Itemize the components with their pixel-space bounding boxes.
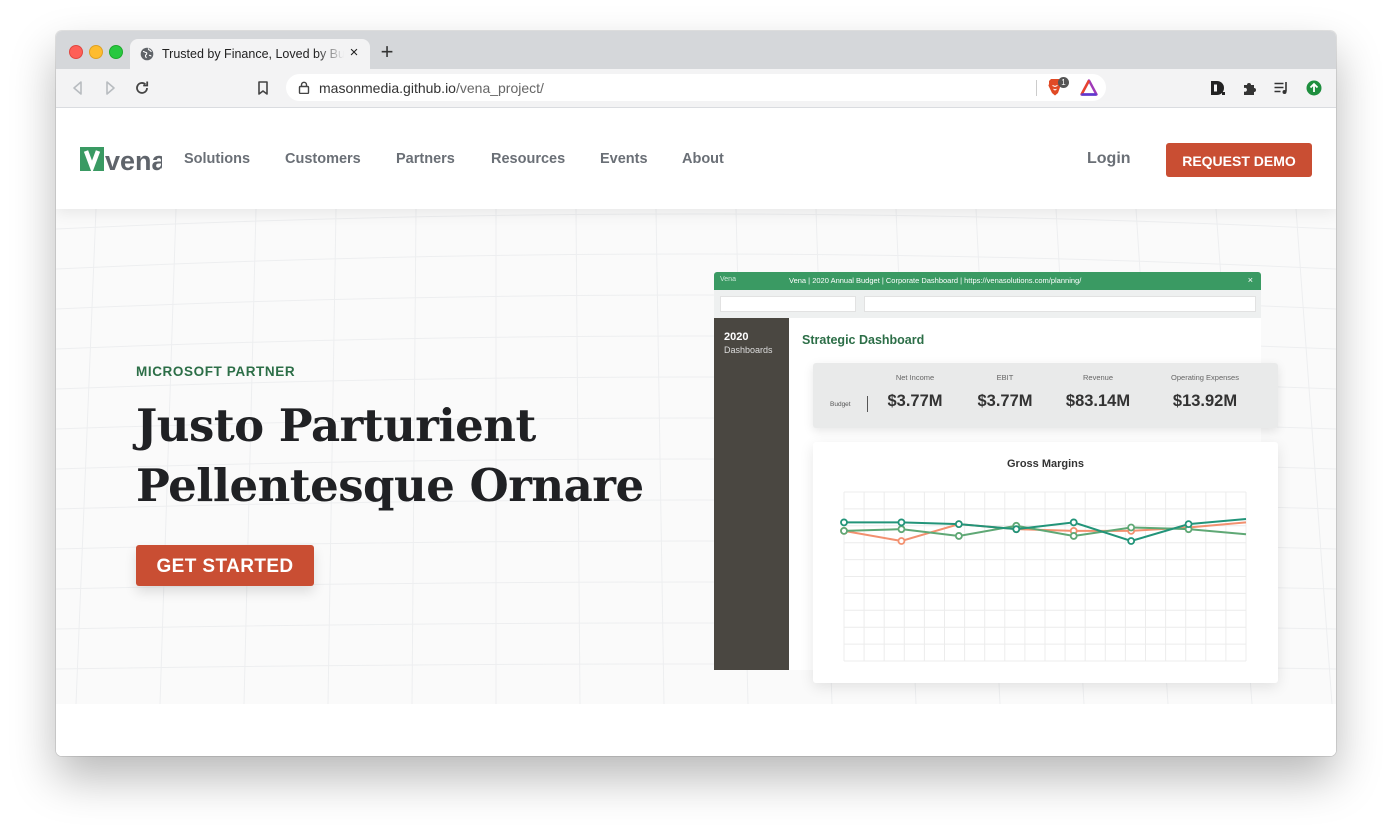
kpi-operating-expenses: Operating Expenses $13.92M <box>1155 373 1255 411</box>
site-header: vena Solutions Customers Partners Resour… <box>56 108 1336 209</box>
gross-margins-chart <box>840 491 1247 662</box>
series-3-point <box>897 518 906 527</box>
series-2-point <box>1127 523 1136 532</box>
hero-bottom-band <box>56 704 1336 756</box>
kpi-label: Revenue <box>1082 373 1114 382</box>
headline-line-2: Pellentesque Ornare <box>136 459 644 512</box>
nav-item-customers[interactable]: Customers <box>285 151 361 167</box>
kpi-revenue: Revenue $83.14M <box>1048 373 1148 411</box>
url-path: /vena_project/ <box>455 80 544 96</box>
close-window-button[interactable] <box>69 45 83 59</box>
kpi-label: Net Income <box>895 373 935 382</box>
headline-line-1: Justo Parturient <box>136 399 536 452</box>
hero-headline: Justo Parturient Pellentesque Ornare <box>136 396 696 516</box>
update-arrow-icon[interactable] <box>1305 79 1323 97</box>
series-1-point <box>897 537 906 545</box>
kpi-value: $3.77M <box>887 392 943 410</box>
kpi-net-income: Net Income $3.77M <box>865 373 965 411</box>
kpi-label: Operating Expenses <box>1171 373 1239 382</box>
shields-count-badge: 1 <box>1058 77 1069 88</box>
dashboard-field <box>720 296 856 312</box>
request-demo-button[interactable]: REQUEST DEMO <box>1166 143 1312 177</box>
dashboard-window-title: Vena | 2020 Annual Budget | Corporate Da… <box>789 276 1082 285</box>
zoom-window-button[interactable] <box>109 45 123 59</box>
vena-logo[interactable]: vena <box>80 145 162 173</box>
series-3-point <box>1012 525 1021 534</box>
back-icon[interactable] <box>68 78 88 98</box>
dashboard-field <box>864 296 1256 312</box>
brave-rewards-icon[interactable] <box>1080 79 1098 96</box>
extensions-puzzle-icon[interactable] <box>1241 79 1259 97</box>
media-queue-icon[interactable] <box>1273 79 1291 97</box>
budget-label: Budget <box>830 401 851 408</box>
dashboard-sidebar: 2020 Dashboards <box>714 318 789 670</box>
nav-item-partners[interactable]: Partners <box>396 151 455 167</box>
tab-title: Trusted by Finance, Loved by Business <box>162 47 344 61</box>
nav-item-about[interactable]: About <box>682 151 724 167</box>
kpi-ebit: EBIT $3.77M <box>955 373 1055 411</box>
browser-window: Trusted by Finance, Loved by Business × … <box>56 31 1336 756</box>
web-page: vena Solutions Customers Partners Resour… <box>56 108 1336 756</box>
lock-icon <box>298 81 310 94</box>
hero-eyebrow: MICROSOFT PARTNER <box>136 364 296 379</box>
omnibox-divider <box>1036 80 1037 96</box>
nav-item-solutions[interactable]: Solutions <box>184 151 250 167</box>
kpi-card: Budget Net Income $3.77M EBIT $3.77M Rev… <box>813 363 1278 428</box>
tab-strip: Trusted by Finance, Loved by Business × … <box>56 31 1336 69</box>
minimize-window-button[interactable] <box>89 45 103 59</box>
dashboard-close-icon: × <box>1247 275 1253 285</box>
nav-item-resources[interactable]: Resources <box>491 151 565 167</box>
new-tab-button[interactable]: + <box>378 41 396 63</box>
dashboard-brand: Vena <box>720 276 736 283</box>
dashboard-toolbar <box>714 290 1261 318</box>
get-started-button[interactable]: GET STARTED <box>136 545 314 586</box>
d-extension-icon[interactable] <box>1209 79 1227 97</box>
url-text[interactable]: masonmedia.github.io/vena_project/ <box>319 80 544 96</box>
sidebar-label: Dashboards <box>724 345 773 355</box>
series-3-point <box>1127 537 1136 545</box>
kpi-value: $3.77M <box>977 392 1033 410</box>
browser-tab[interactable]: Trusted by Finance, Loved by Business × <box>130 39 370 69</box>
dashboard-titlebar: Vena Vena | 2020 Annual Budget | Corpora… <box>714 272 1261 290</box>
series-3-point <box>954 520 963 529</box>
series-2-point <box>897 525 906 534</box>
series-3-point <box>1184 520 1193 529</box>
gross-margins-chart-card: Gross Margins <box>813 442 1278 683</box>
series-2-point <box>1069 532 1078 540</box>
kpi-value: $83.14M <box>1065 392 1131 410</box>
sidebar-year: 2020 <box>724 331 749 343</box>
url-host: masonmedia.github.io <box>319 80 456 96</box>
tab-close-icon[interactable]: × <box>346 45 362 61</box>
series-3-point <box>840 518 848 527</box>
reload-icon[interactable] <box>132 78 152 98</box>
series-2-point <box>840 526 848 535</box>
address-bar[interactable]: masonmedia.github.io/vena_project/ 1 <box>286 74 1106 101</box>
dashboard-heading: Strategic Dashboard <box>802 333 925 347</box>
series-3-point <box>1069 518 1078 527</box>
globe-icon <box>140 47 154 61</box>
logo-text: vena <box>105 146 162 173</box>
bookmark-icon[interactable] <box>253 78 273 98</box>
chart-title: Gross Margins <box>1006 458 1085 470</box>
hero-section: MICROSOFT PARTNER Justo Parturient Pelle… <box>56 209 1336 756</box>
kpi-label: EBIT <box>996 373 1014 382</box>
kpi-value: $13.92M <box>1172 392 1238 410</box>
login-link[interactable]: Login <box>1087 150 1131 168</box>
browser-toolbar: masonmedia.github.io/vena_project/ 1 <box>56 69 1336 108</box>
forward-icon[interactable] <box>100 78 120 98</box>
nav-item-events[interactable]: Events <box>600 151 648 167</box>
dashboard-mockup: Vena Vena | 2020 Annual Budget | Corpora… <box>714 272 1278 683</box>
series-2-point <box>954 532 963 540</box>
